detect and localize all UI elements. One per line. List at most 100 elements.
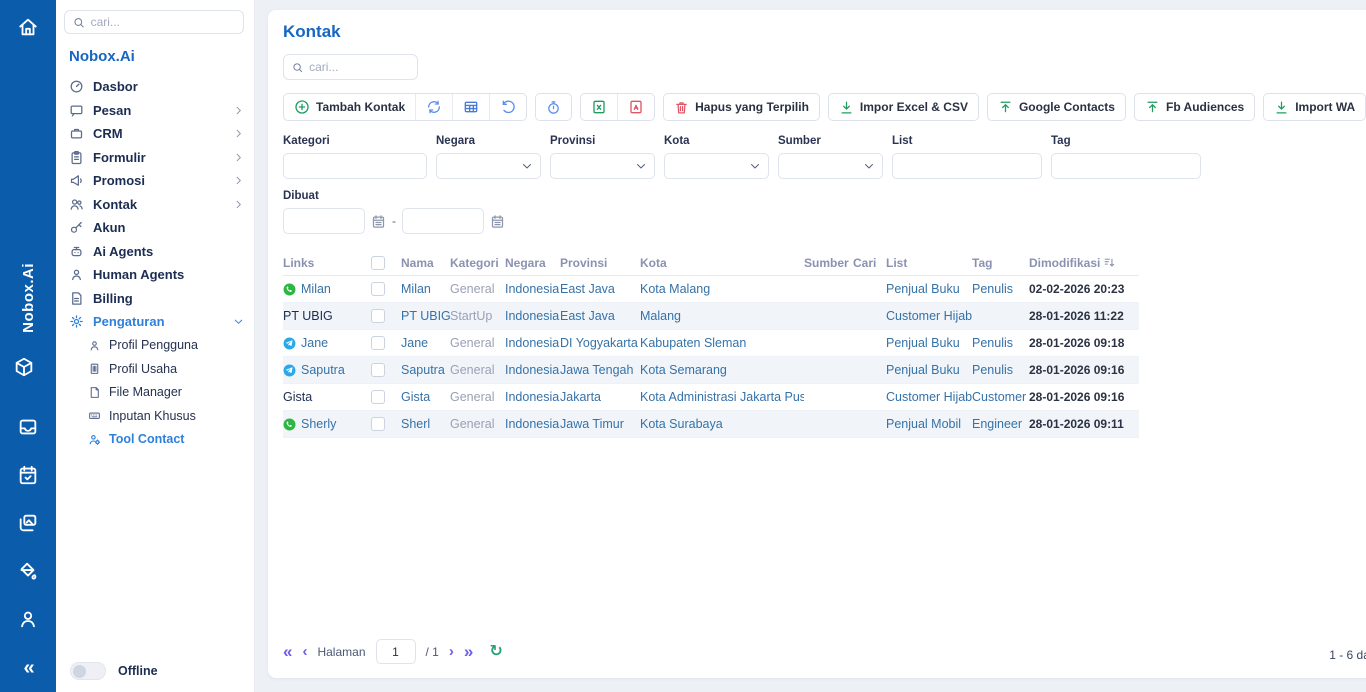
row-checkbox[interactable] (371, 390, 385, 404)
provinsi-select[interactable] (550, 153, 655, 179)
cell-provinsi[interactable]: Jawa Timur (560, 417, 640, 431)
cell-negara[interactable]: Indonesia (505, 336, 560, 350)
sidebar-item-kontak[interactable]: Kontak (64, 193, 244, 217)
header-provinsi[interactable]: Provinsi (560, 256, 640, 270)
list-input[interactable] (892, 153, 1042, 179)
cell-kota[interactable]: Kabupaten Sleman (640, 336, 804, 350)
tag-input[interactable] (1051, 153, 1201, 179)
user-icon[interactable] (17, 608, 39, 630)
sidebar-item-akun[interactable]: Akun (64, 216, 244, 240)
header-links[interactable]: Links (283, 256, 371, 270)
cell-kota[interactable]: Malang (640, 309, 804, 323)
contact-link[interactable]: Jane (283, 336, 365, 350)
cell-negara[interactable]: Indonesia (505, 363, 560, 377)
header-sumber[interactable]: Sumber (804, 256, 853, 270)
cell-negara[interactable]: Indonesia (505, 417, 560, 431)
sidebar-item-formulir[interactable]: Formulir (64, 146, 244, 170)
cell-nama[interactable]: Jane (401, 336, 450, 350)
row-checkbox[interactable] (371, 282, 385, 296)
table-view-button[interactable] (452, 94, 489, 120)
first-page-button[interactable]: « (283, 643, 292, 660)
cell-tag[interactable]: Customer (972, 390, 1029, 404)
dibuat-from-input[interactable] (283, 208, 365, 234)
contact-link[interactable]: Milan (283, 282, 365, 296)
home-icon[interactable] (17, 16, 39, 38)
refresh-list-icon[interactable]: ↻ (489, 644, 502, 660)
sidebar-item-tool-contact[interactable]: Tool Contact (64, 428, 244, 452)
last-page-button[interactable]: » (464, 643, 473, 660)
sidebar-item-crm[interactable]: CRM (64, 122, 244, 146)
sidebar-item-file-manager[interactable]: File Manager (64, 381, 244, 405)
undo-button[interactable] (489, 94, 526, 120)
sidebar-search-input[interactable] (91, 15, 235, 29)
contact-link[interactable]: PT UBIG (283, 309, 365, 323)
inbox-tray-icon[interactable] (17, 416, 39, 438)
cell-nama[interactable]: Gista (401, 390, 450, 404)
cell-kota[interactable]: Kota Administrasi Jakarta Pusat (640, 390, 804, 404)
calendar-icon[interactable] (490, 214, 505, 229)
cell-tag[interactable]: Penulis (972, 336, 1029, 350)
export-excel-button[interactable] (581, 94, 617, 120)
page-number-input[interactable] (376, 639, 416, 664)
cell-kota[interactable]: Kota Surabaya (640, 417, 804, 431)
cell-list[interactable]: Penjual Mobil (886, 417, 972, 431)
negara-select[interactable] (436, 153, 541, 179)
row-checkbox[interactable] (371, 336, 385, 350)
header-kategori[interactable]: Kategori (450, 256, 505, 270)
images-icon[interactable] (17, 512, 39, 534)
kategori-input[interactable] (283, 153, 427, 179)
fb-audiences-button[interactable]: Fb Audiences (1134, 93, 1255, 121)
sidebar-item-pesan[interactable]: Pesan (64, 99, 244, 123)
sidebar-item-ai-agents[interactable]: Ai Agents (64, 240, 244, 264)
sidebar-item-profil-pengguna[interactable]: Profil Pengguna (64, 334, 244, 358)
export-pdf-button[interactable] (617, 94, 654, 120)
next-page-button[interactable]: › (449, 644, 454, 659)
sidebar-item-inputan-khusus[interactable]: Inputan Khusus (64, 404, 244, 428)
sidebar-item-billing[interactable]: Billing (64, 287, 244, 311)
sidebar-item-profil-usaha[interactable]: Profil Usaha (64, 357, 244, 381)
cell-list[interactable]: Penjual Buku (886, 363, 972, 377)
header-kota[interactable]: Kota (640, 256, 804, 270)
cell-negara[interactable]: Indonesia (505, 309, 560, 323)
contact-link[interactable]: Saputra (283, 363, 365, 377)
cell-provinsi[interactable]: DI Yogyakarta (560, 336, 640, 350)
cell-tag[interactable]: Penulis (972, 363, 1029, 377)
cell-nama[interactable]: PT UBIG (401, 309, 450, 323)
refresh-button[interactable] (415, 94, 452, 120)
cell-provinsi[interactable]: East Java (560, 282, 640, 296)
cell-nama[interactable]: Milan (401, 282, 450, 296)
cell-tag[interactable]: Engineer (972, 417, 1029, 431)
timer-button[interactable] (535, 93, 572, 121)
calendar-check-icon[interactable] (17, 464, 39, 486)
sidebar-item-pengaturan[interactable]: Pengaturan (64, 310, 244, 334)
row-checkbox[interactable] (371, 309, 385, 323)
calendar-icon[interactable] (371, 214, 386, 229)
contact-link[interactable]: Gista (283, 390, 365, 404)
import-excel-csv-button[interactable]: Impor Excel & CSV (828, 93, 979, 121)
paint-drop-icon[interactable] (17, 560, 39, 582)
offline-toggle[interactable] (70, 662, 106, 680)
cell-list[interactable]: Penjual Buku (886, 282, 972, 296)
cell-kota[interactable]: Kota Semarang (640, 363, 804, 377)
header-nama[interactable]: Nama (401, 256, 450, 270)
header-negara[interactable]: Negara (505, 256, 560, 270)
import-wa-button[interactable]: Import WA (1263, 93, 1366, 121)
kota-select[interactable] (664, 153, 769, 179)
select-all-checkbox[interactable] (371, 256, 385, 270)
cell-list[interactable]: Customer Hijab (886, 309, 972, 323)
contacts-search[interactable] (283, 54, 418, 80)
cell-list[interactable]: Penjual Buku (886, 336, 972, 350)
row-checkbox[interactable] (371, 417, 385, 431)
header-dimodifikasi[interactable]: Dimodifikasi (1029, 256, 1139, 270)
cell-provinsi[interactable]: East Java (560, 309, 640, 323)
cell-tag[interactable]: Penulis (972, 282, 1029, 296)
collapse-sidebar-button[interactable]: « (0, 657, 56, 680)
sidebar-item-dasbor[interactable]: Dasbor (64, 75, 244, 99)
cell-nama[interactable]: Saputra (401, 363, 450, 377)
sumber-select[interactable] (778, 153, 883, 179)
row-checkbox[interactable] (371, 363, 385, 377)
sidebar-item-human-agents[interactable]: Human Agents (64, 263, 244, 287)
dibuat-to-input[interactable] (402, 208, 484, 234)
cell-nama[interactable]: Sherl (401, 417, 450, 431)
delete-selected-button[interactable]: Hapus yang Terpilih (663, 93, 820, 121)
